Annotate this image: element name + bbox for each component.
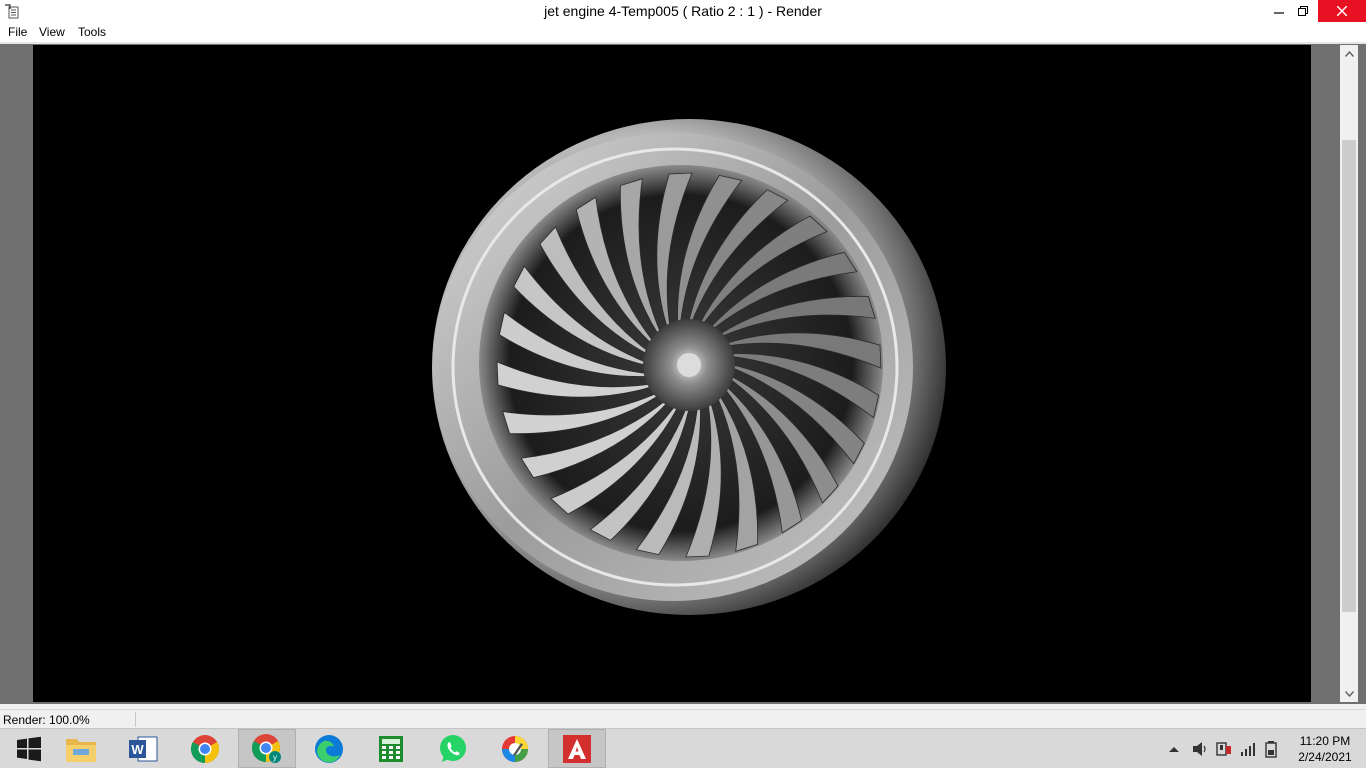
spinner-tip <box>677 353 701 377</box>
taskbar-clock[interactable]: 11:20 PM 2/24/2021 <box>1290 733 1360 765</box>
taskbar-chrome-profile[interactable]: y <box>238 729 296 768</box>
signal-bars-icon <box>1241 742 1255 756</box>
chevron-down-icon <box>1344 690 1354 697</box>
tray-signal[interactable] <box>1240 729 1258 768</box>
chevron-up-icon <box>1344 50 1354 57</box>
network-adapter-icon <box>1216 741 1231 756</box>
file-explorer-icon <box>66 738 96 762</box>
scroll-thumb[interactable] <box>1342 140 1356 612</box>
taskbar-autocad[interactable] <box>548 729 606 768</box>
taskbar-chrome[interactable] <box>176 729 234 768</box>
clock-time: 11:20 PM <box>1299 734 1351 748</box>
restore-button[interactable] <box>1292 0 1314 22</box>
vertical-scrollbar[interactable] <box>1340 45 1358 702</box>
taskbar-calculator[interactable] <box>362 729 420 768</box>
title-bar: jet engine 4-Temp005 ( Ratio 2 : 1 ) - R… <box>0 0 1366 22</box>
autocad-icon <box>563 734 591 763</box>
calculator-icon <box>379 735 403 762</box>
clock-date: 2/24/2021 <box>1298 750 1352 764</box>
taskbar-color-app[interactable] <box>486 729 544 768</box>
word-icon: W <box>129 736 158 761</box>
taskbar-edge[interactable] <box>300 729 358 768</box>
render-viewport[interactable] <box>33 45 1311 702</box>
taskbar-word[interactable]: W <box>114 729 172 768</box>
status-bar: Render: 100.0% <box>0 709 1366 729</box>
menu-file[interactable]: File <box>8 25 27 39</box>
menu-bar: File View Tools <box>0 22 1366 42</box>
taskbar-file-explorer[interactable] <box>52 729 110 768</box>
tray-overflow[interactable] <box>1168 729 1180 768</box>
battery-icon <box>1265 740 1277 758</box>
minimize-icon <box>1274 12 1284 14</box>
tray-battery[interactable] <box>1264 729 1278 768</box>
color-picker-app-icon <box>502 735 528 762</box>
chrome-profile-icon: y <box>252 733 281 763</box>
restore-icon <box>1298 6 1308 16</box>
jet-engine-render <box>432 119 946 615</box>
scroll-down-button[interactable] <box>1340 685 1358 702</box>
edge-icon <box>315 734 343 763</box>
taskbar-whatsapp[interactable] <box>424 729 482 768</box>
menu-tools[interactable]: Tools <box>78 25 106 39</box>
tray-volume[interactable] <box>1192 729 1210 768</box>
whatsapp-icon <box>440 734 466 762</box>
minimize-button[interactable] <box>1268 0 1290 22</box>
close-button[interactable] <box>1318 0 1366 22</box>
taskbar: W y 11:20 PM 2/24/2021 <box>0 728 1366 768</box>
start-windows-icon <box>17 736 41 761</box>
start-button[interactable] <box>0 729 58 768</box>
close-icon <box>1337 6 1347 16</box>
chevron-up-icon <box>1169 746 1179 752</box>
window-title: jet engine 4-Temp005 ( Ratio 2 : 1 ) - R… <box>544 3 822 19</box>
scroll-up-button[interactable] <box>1340 45 1358 62</box>
render-status: Render: 100.0% <box>3 713 90 727</box>
svg-text:W: W <box>131 742 144 757</box>
volume-icon <box>1193 741 1206 756</box>
menu-view[interactable]: View <box>39 25 65 39</box>
status-separator <box>135 712 136 727</box>
chrome-icon <box>191 734 219 763</box>
tray-network-adapter[interactable] <box>1215 729 1233 768</box>
svg-text:y: y <box>273 753 277 762</box>
